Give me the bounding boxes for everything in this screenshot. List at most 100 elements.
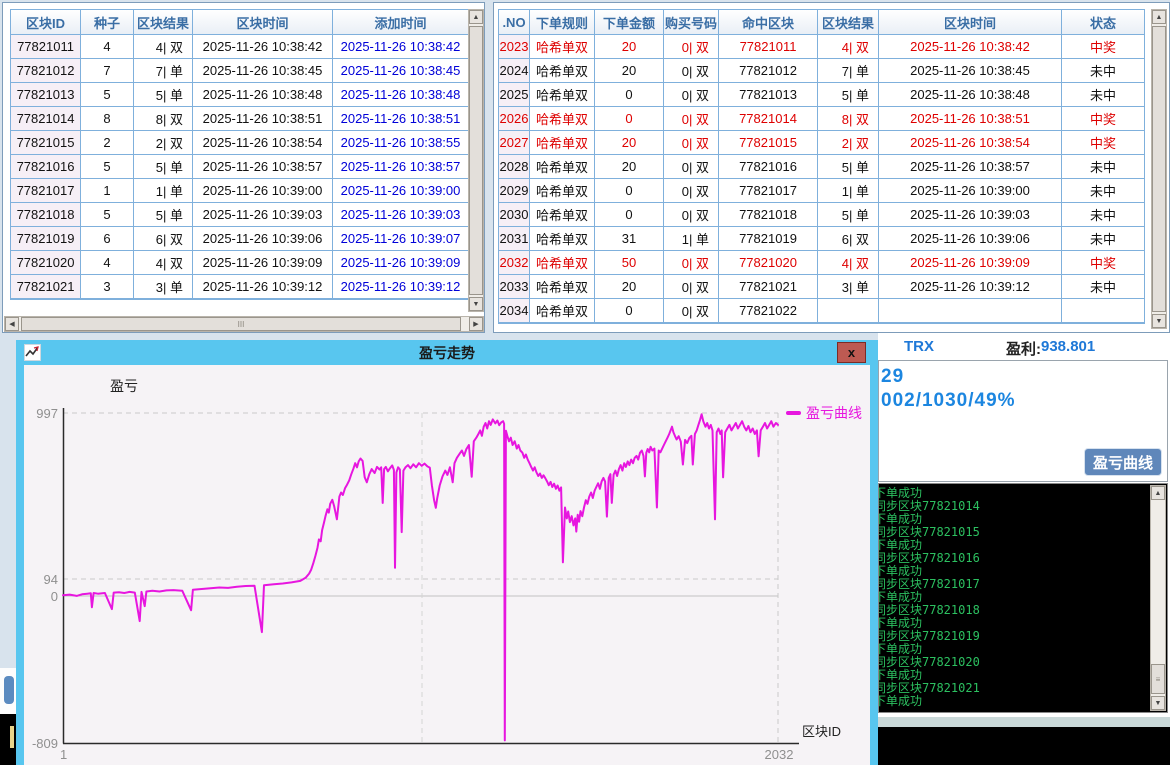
table-row[interactable]: 2033哈希单双200| 双778210213| 单2025-11-26 10:… xyxy=(499,275,1144,299)
table-row[interactable]: 2034哈希单双00| 双77821022 xyxy=(499,299,1144,323)
column-header[interactable]: 区块结果 xyxy=(134,10,193,34)
table-cell: 未中 xyxy=(1062,83,1144,106)
table-row[interactable]: 7782101522| 双2025-11-26 10:38:542025-11-… xyxy=(11,131,468,155)
column-header[interactable]: 命中区块 xyxy=(719,10,818,34)
scrollbar-thumb[interactable]: III xyxy=(21,317,461,331)
table-row[interactable]: 7782102044| 双2025-11-26 10:39:092025-11-… xyxy=(11,251,468,275)
terminal-vscrollbar[interactable]: ▲ ≡ ▼ xyxy=(1150,485,1166,711)
table-cell: 2025-11-26 10:38:42 xyxy=(879,35,1062,58)
table-row[interactable]: 7782101855| 单2025-11-26 10:39:032025-11-… xyxy=(11,203,468,227)
orders-table-vscrollbar[interactable]: ▲ ▼ xyxy=(1151,9,1167,329)
table-cell: 2032 xyxy=(499,251,530,274)
profit-curve-button[interactable]: 盈亏曲线 xyxy=(1084,448,1162,476)
table-row[interactable]: 7782101144| 双2025-11-26 10:38:422025-11-… xyxy=(11,35,468,59)
table-row[interactable]: 2031哈希单双311| 单778210196| 双2025-11-26 10:… xyxy=(499,227,1144,251)
column-header[interactable]: 添加时间 xyxy=(333,10,468,34)
table-cell: 2025 xyxy=(499,83,530,106)
trx-label: TRX xyxy=(904,338,934,355)
column-header[interactable]: 状态 xyxy=(1062,10,1144,34)
scroll-up-button[interactable]: ▲ xyxy=(1152,10,1166,24)
column-header[interactable]: 区块ID xyxy=(11,10,81,34)
table-cell: 2029 xyxy=(499,179,530,202)
table-cell: 0| 双 xyxy=(664,107,719,130)
table-cell: 6| 双 xyxy=(134,227,193,250)
table-cell: 77821020 xyxy=(719,251,818,274)
table-row[interactable]: 7782101711| 单2025-11-26 10:39:002025-11-… xyxy=(11,179,468,203)
table-row[interactable]: 2032哈希单双500| 双778210204| 双2025-11-26 10:… xyxy=(499,251,1144,275)
scroll-left-button[interactable]: ◀ xyxy=(5,317,19,331)
table-cell: 2025-11-26 10:38:42 xyxy=(333,35,468,58)
close-button[interactable]: x xyxy=(837,342,866,363)
column-header[interactable]: 区块结果 xyxy=(818,10,879,34)
table-header-row: .NO下单规则下单金额购买号码命中区块区块结果区块时间状态 xyxy=(499,10,1144,35)
table-cell: 5| 单 xyxy=(818,155,879,178)
column-header[interactable]: 种子 xyxy=(81,10,134,34)
table-row[interactable]: 7782101966| 双2025-11-26 10:39:062025-11-… xyxy=(11,227,468,251)
orders-table: .NO下单规则下单金额购买号码命中区块区块结果区块时间状态2023哈希单双200… xyxy=(498,9,1145,324)
table-cell: 77821015 xyxy=(719,131,818,154)
column-header[interactable]: 下单金额 xyxy=(595,10,664,34)
table-row[interactable]: 7782101277| 单2025-11-26 10:38:452025-11-… xyxy=(11,59,468,83)
log-terminal[interactable]: 下单成功同步区块77821014下单成功同步区块77821015下单成功同步区块… xyxy=(878,483,1168,713)
scrollbar-thumb[interactable] xyxy=(469,26,483,295)
table-cell: 未中 xyxy=(1062,227,1144,250)
stats-line: 29 xyxy=(881,366,904,388)
scrollbar-thumb[interactable] xyxy=(1152,26,1166,312)
scroll-down-button[interactable]: ▼ xyxy=(1152,314,1166,328)
table-cell: 2030 xyxy=(499,203,530,226)
column-header[interactable]: .NO xyxy=(499,10,530,34)
table-row[interactable]: 2030哈希单双00| 双778210185| 单2025-11-26 10:3… xyxy=(499,203,1144,227)
table-row[interactable]: 2029哈希单双00| 双778210171| 单2025-11-26 10:3… xyxy=(499,179,1144,203)
table-row[interactable]: 7782101488| 双2025-11-26 10:38:512025-11-… xyxy=(11,107,468,131)
table-cell: 3| 单 xyxy=(818,275,879,298)
table-row[interactable]: 2025哈希单双00| 双778210135| 单2025-11-26 10:3… xyxy=(499,83,1144,107)
table-row[interactable]: 2028哈希单双200| 双778210165| 单2025-11-26 10:… xyxy=(499,155,1144,179)
table-cell: 未中 xyxy=(1062,203,1144,226)
block-table: 区块ID种子区块结果区块时间添加时间7782101144| 双2025-11-2… xyxy=(10,9,469,300)
scroll-right-button[interactable]: ▶ xyxy=(469,317,483,331)
column-header[interactable]: 下单规则 xyxy=(530,10,595,34)
table-row[interactable]: 2026哈希单双00| 双778210148| 双2025-11-26 10:3… xyxy=(499,107,1144,131)
table-cell: 77821013 xyxy=(719,83,818,106)
table-cell: 0 xyxy=(595,83,664,106)
block-table-vscrollbar[interactable]: ▲ ▼ xyxy=(468,9,484,312)
table-cell: 2025-11-26 10:39:06 xyxy=(879,227,1062,250)
scroll-up-button[interactable]: ▲ xyxy=(469,10,483,24)
x-tick-1: 1 xyxy=(60,747,67,762)
column-header[interactable]: 区块时间 xyxy=(193,10,333,34)
table-cell: 2025-11-26 10:39:03 xyxy=(879,203,1062,226)
table-row[interactable]: 7782102133| 单2025-11-26 10:39:122025-11-… xyxy=(11,275,468,299)
table-cell: 5 xyxy=(81,155,134,178)
table-cell: 8| 双 xyxy=(818,107,879,130)
table-cell: 2025-11-26 10:38:51 xyxy=(879,107,1062,130)
table-cell: 77821016 xyxy=(11,155,81,178)
column-header[interactable]: 购买号码 xyxy=(664,10,719,34)
table-row[interactable]: 2027哈希单双200| 双778210152| 双2025-11-26 10:… xyxy=(499,131,1144,155)
table-cell: 4| 双 xyxy=(818,35,879,58)
table-row[interactable]: 2024哈希单双200| 双778210127| 单2025-11-26 10:… xyxy=(499,59,1144,83)
table-cell: 20 xyxy=(595,131,664,154)
table-cell: 2025-11-26 10:38:51 xyxy=(333,107,468,130)
table-row[interactable]: 7782101355| 单2025-11-26 10:38:482025-11-… xyxy=(11,83,468,107)
x-tick-2032: 2032 xyxy=(762,747,796,762)
column-header[interactable]: 区块时间 xyxy=(879,10,1062,34)
scrollbar-thumb[interactable]: ≡ xyxy=(1151,664,1165,694)
scroll-down-button[interactable]: ▼ xyxy=(469,297,483,311)
scroll-up-button[interactable]: ▲ xyxy=(1151,486,1165,500)
block-table-panel: 区块ID种子区块结果区块时间添加时间7782101144| 双2025-11-2… xyxy=(2,2,485,333)
table-cell: 4 xyxy=(81,35,134,58)
table-row[interactable]: 2023哈希单双200| 双778210114| 双2025-11-26 10:… xyxy=(499,35,1144,59)
table-cell: 2025-11-26 10:39:12 xyxy=(333,275,468,298)
table-cell: 77821011 xyxy=(11,35,81,58)
table-cell: 77821012 xyxy=(11,59,81,82)
table-cell: 1| 单 xyxy=(818,179,879,202)
table-cell: 2024 xyxy=(499,59,530,82)
scroll-down-button[interactable]: ▼ xyxy=(1151,696,1165,710)
window-titlebar[interactable]: 盈亏走势 xyxy=(16,340,878,365)
block-table-hscrollbar[interactable]: ◀ III ▶ xyxy=(4,316,484,332)
table-cell: 3| 单 xyxy=(134,275,193,298)
table-row[interactable]: 7782101655| 单2025-11-26 10:38:572025-11-… xyxy=(11,155,468,179)
table-cell xyxy=(818,299,879,322)
table-cell: 20 xyxy=(595,35,664,58)
table-cell: 2025-11-26 10:38:45 xyxy=(879,59,1062,82)
